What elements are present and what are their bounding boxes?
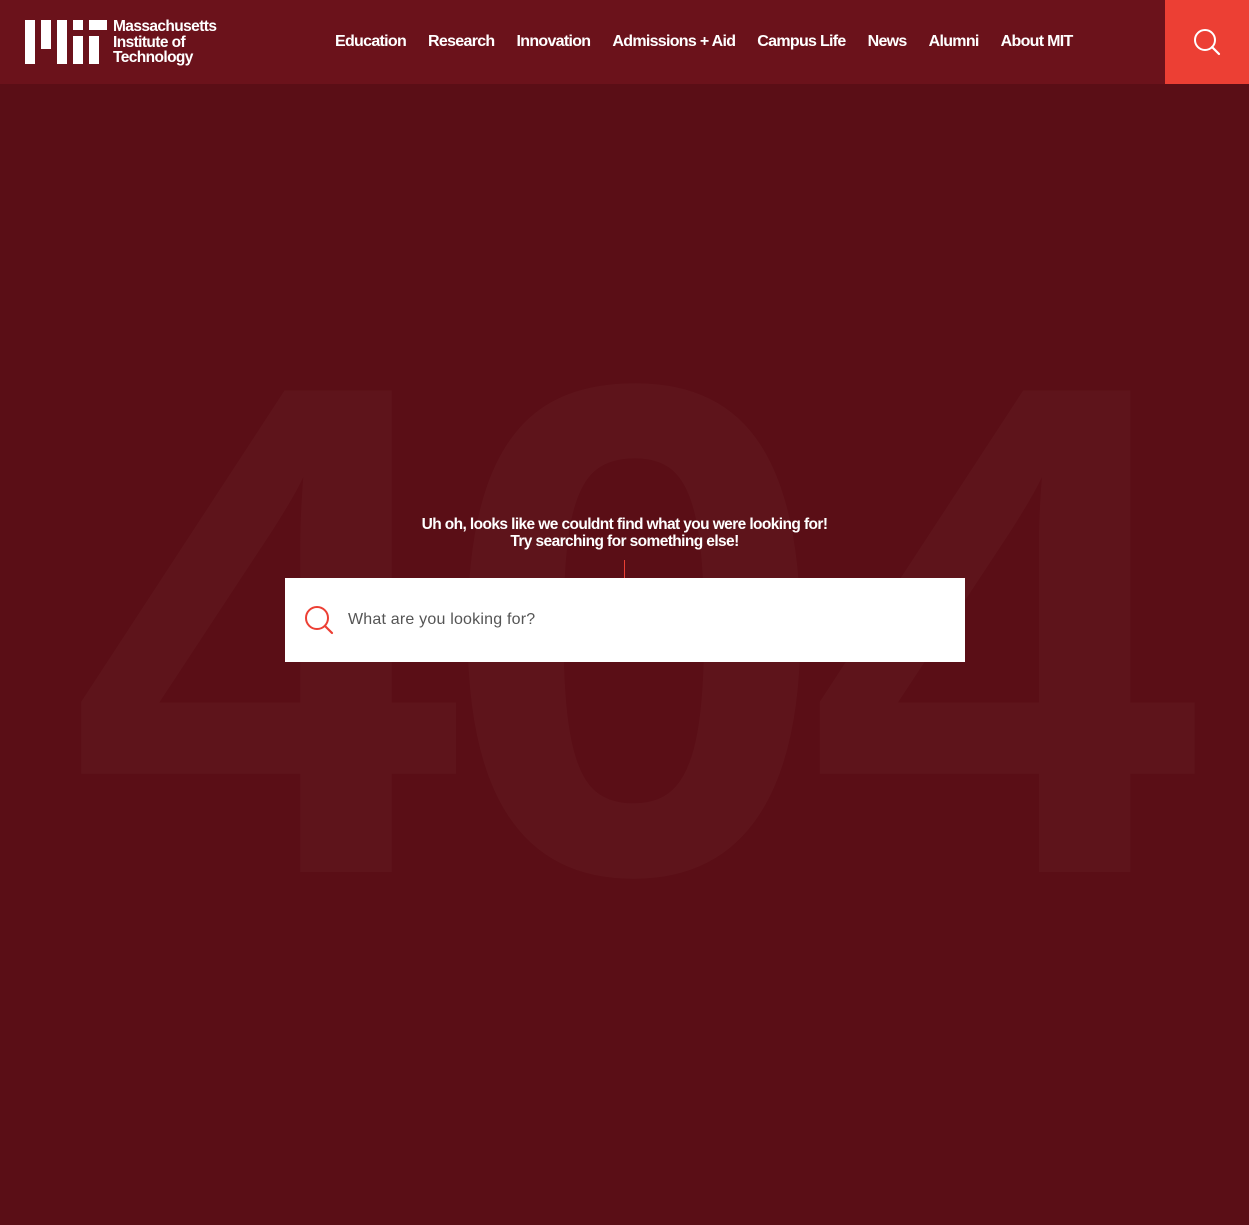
logo-line-1: Massachusetts — [113, 18, 217, 35]
logo-line-3: Technology — [113, 49, 193, 66]
nav-item-admissions-aid[interactable]: Admissions + Aid — [601, 33, 746, 51]
mit-logo-icon — [25, 20, 107, 64]
nav-item-innovation[interactable]: Innovation — [506, 33, 602, 51]
nav-item-education[interactable]: Education — [324, 33, 417, 51]
error-message-line-1: Uh oh, looks like we couldnt find what y… — [421, 516, 828, 533]
site-header: Massachusetts Institute of Technology Ed… — [0, 0, 1249, 84]
main-nav: Education Research Innovation Admissions… — [324, 0, 1084, 84]
mit-logo-text: Massachusetts Institute of Technology — [113, 18, 217, 66]
nav-item-research[interactable]: Research — [417, 33, 505, 51]
connector-line — [624, 560, 625, 578]
nav-item-news[interactable]: News — [857, 33, 918, 51]
logo-line-2: Institute of — [113, 33, 186, 51]
page: 404 Massachusetts Institute of Technolog… — [0, 0, 1249, 1225]
header-search-button[interactable] — [1165, 0, 1249, 84]
nav-item-campus-life[interactable]: Campus Life — [746, 33, 856, 51]
mit-logo-link[interactable]: Massachusetts Institute of Technology — [25, 19, 230, 65]
error-message-line-2: Try searching for something else! — [510, 532, 739, 550]
nav-item-about-mit[interactable]: About MIT — [990, 33, 1084, 51]
search-box — [285, 578, 965, 662]
nav-item-alumni[interactable]: Alumni — [918, 33, 990, 51]
error-message: Uh oh, looks like we couldnt find what y… — [0, 516, 1249, 550]
search-icon — [1194, 29, 1221, 56]
search-input[interactable] — [348, 600, 928, 640]
search-icon — [305, 606, 334, 635]
